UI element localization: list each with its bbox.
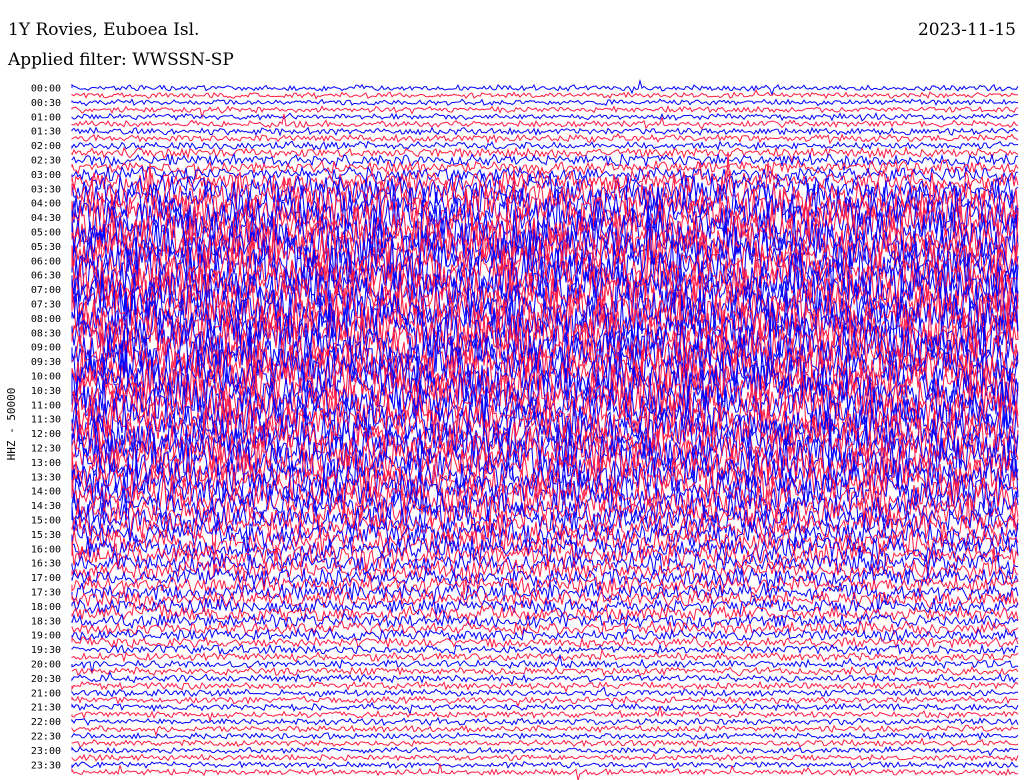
trace-row xyxy=(71,140,1019,152)
trace-row xyxy=(71,648,1019,663)
time-tick-label: 12:00 xyxy=(31,429,61,440)
trace-row xyxy=(71,111,1019,122)
time-tick-label: 07:00 xyxy=(31,285,61,296)
time-tick-label: 18:30 xyxy=(31,616,61,627)
time-tick-label: 04:30 xyxy=(31,213,61,224)
trace-row xyxy=(71,167,1019,232)
time-tick-label: 16:30 xyxy=(31,559,61,570)
time-tick-label: 14:00 xyxy=(31,487,61,498)
trace-row xyxy=(71,753,1019,762)
trace-row xyxy=(71,736,1019,748)
time-tick-label: 20:30 xyxy=(31,674,61,685)
trace-row xyxy=(71,745,1019,757)
trace-row xyxy=(71,152,1019,172)
time-tick-label: 08:30 xyxy=(31,328,61,339)
time-tick-label: 08:00 xyxy=(31,314,61,325)
trace-row xyxy=(71,717,1019,727)
time-tick-label: 21:00 xyxy=(31,688,61,699)
time-tick-label: 01:30 xyxy=(31,127,61,138)
time-tick-label: 16:00 xyxy=(31,544,61,555)
time-tick-label: 22:00 xyxy=(31,717,61,728)
time-tick-label: 19:30 xyxy=(31,645,61,656)
time-tick-label: 13:00 xyxy=(31,458,61,469)
time-tick-label: 02:00 xyxy=(31,141,61,152)
time-tick-label: 03:30 xyxy=(31,184,61,195)
y-axis-label: HHZ - 50000 xyxy=(5,388,18,461)
filter-label: Applied filter: WWSSN-SP xyxy=(8,50,234,70)
time-tick-label: 21:30 xyxy=(31,703,61,714)
trace-row xyxy=(71,695,1019,708)
time-tick-label: 04:00 xyxy=(31,199,61,210)
time-tick-label: 14:30 xyxy=(31,501,61,512)
time-tick-label: 07:30 xyxy=(31,300,61,311)
time-tick-label: 18:00 xyxy=(31,602,61,613)
time-tick-label: 11:00 xyxy=(31,400,61,411)
time-tick-label: 15:30 xyxy=(31,530,61,541)
trace-row xyxy=(71,760,1019,770)
date-label: 2023-11-15 xyxy=(917,20,1016,40)
trace-row xyxy=(71,132,1019,145)
time-tick-label: 17:30 xyxy=(31,588,61,599)
time-tick-label: 05:30 xyxy=(31,242,61,253)
time-tick-label: 09:30 xyxy=(31,357,61,368)
time-tick-label: 22:30 xyxy=(31,732,61,743)
time-tick-label: 10:00 xyxy=(31,372,61,383)
trace-row xyxy=(71,731,1019,741)
time-tick-label: 00:00 xyxy=(31,84,61,95)
time-tick-label: 15:00 xyxy=(31,516,61,527)
helicorder-plot: 00:00 00:30 01:00 01:30 02:00 02:30 03:00 03:30… xyxy=(5,78,1019,780)
time-tick-label: 00:30 xyxy=(31,98,61,109)
trace-row xyxy=(71,671,1019,686)
time-tick-label: 01:00 xyxy=(31,112,61,123)
time-tick-label: 09:00 xyxy=(31,343,61,354)
time-tick-label: 06:30 xyxy=(31,271,61,282)
time-tick-label: 05:00 xyxy=(31,228,61,239)
trace-row xyxy=(71,98,1019,107)
trace-row xyxy=(71,126,1019,137)
trace-row xyxy=(71,88,1019,100)
time-tick-label: 19:00 xyxy=(31,631,61,642)
trace-row xyxy=(71,701,1019,716)
time-tick-label: 11:30 xyxy=(31,415,61,426)
time-tick-label: 12:30 xyxy=(31,444,61,455)
trace-row xyxy=(71,145,1019,163)
time-tick-label: 03:00 xyxy=(31,170,61,181)
trace-row xyxy=(71,627,1019,643)
time-tick-label: 23:30 xyxy=(31,760,61,771)
time-tick-label: 20:00 xyxy=(31,660,61,671)
time-tick-label: 06:00 xyxy=(31,256,61,267)
time-tick-label: 10:30 xyxy=(31,386,61,397)
trace-group xyxy=(71,78,1019,780)
time-tick-label: 23:00 xyxy=(31,746,61,757)
trace-row xyxy=(71,724,1018,737)
station-title: 1Y Rovies, Euboea Isl. xyxy=(8,20,200,40)
time-tick-label: 17:00 xyxy=(31,573,61,584)
time-tick-label: 02:30 xyxy=(31,156,61,167)
time-tick-label: 13:30 xyxy=(31,472,61,483)
time-tick-labels: 00:00 00:30 01:00 01:30 02:00 02:30 03:00 03:30… xyxy=(31,84,61,772)
